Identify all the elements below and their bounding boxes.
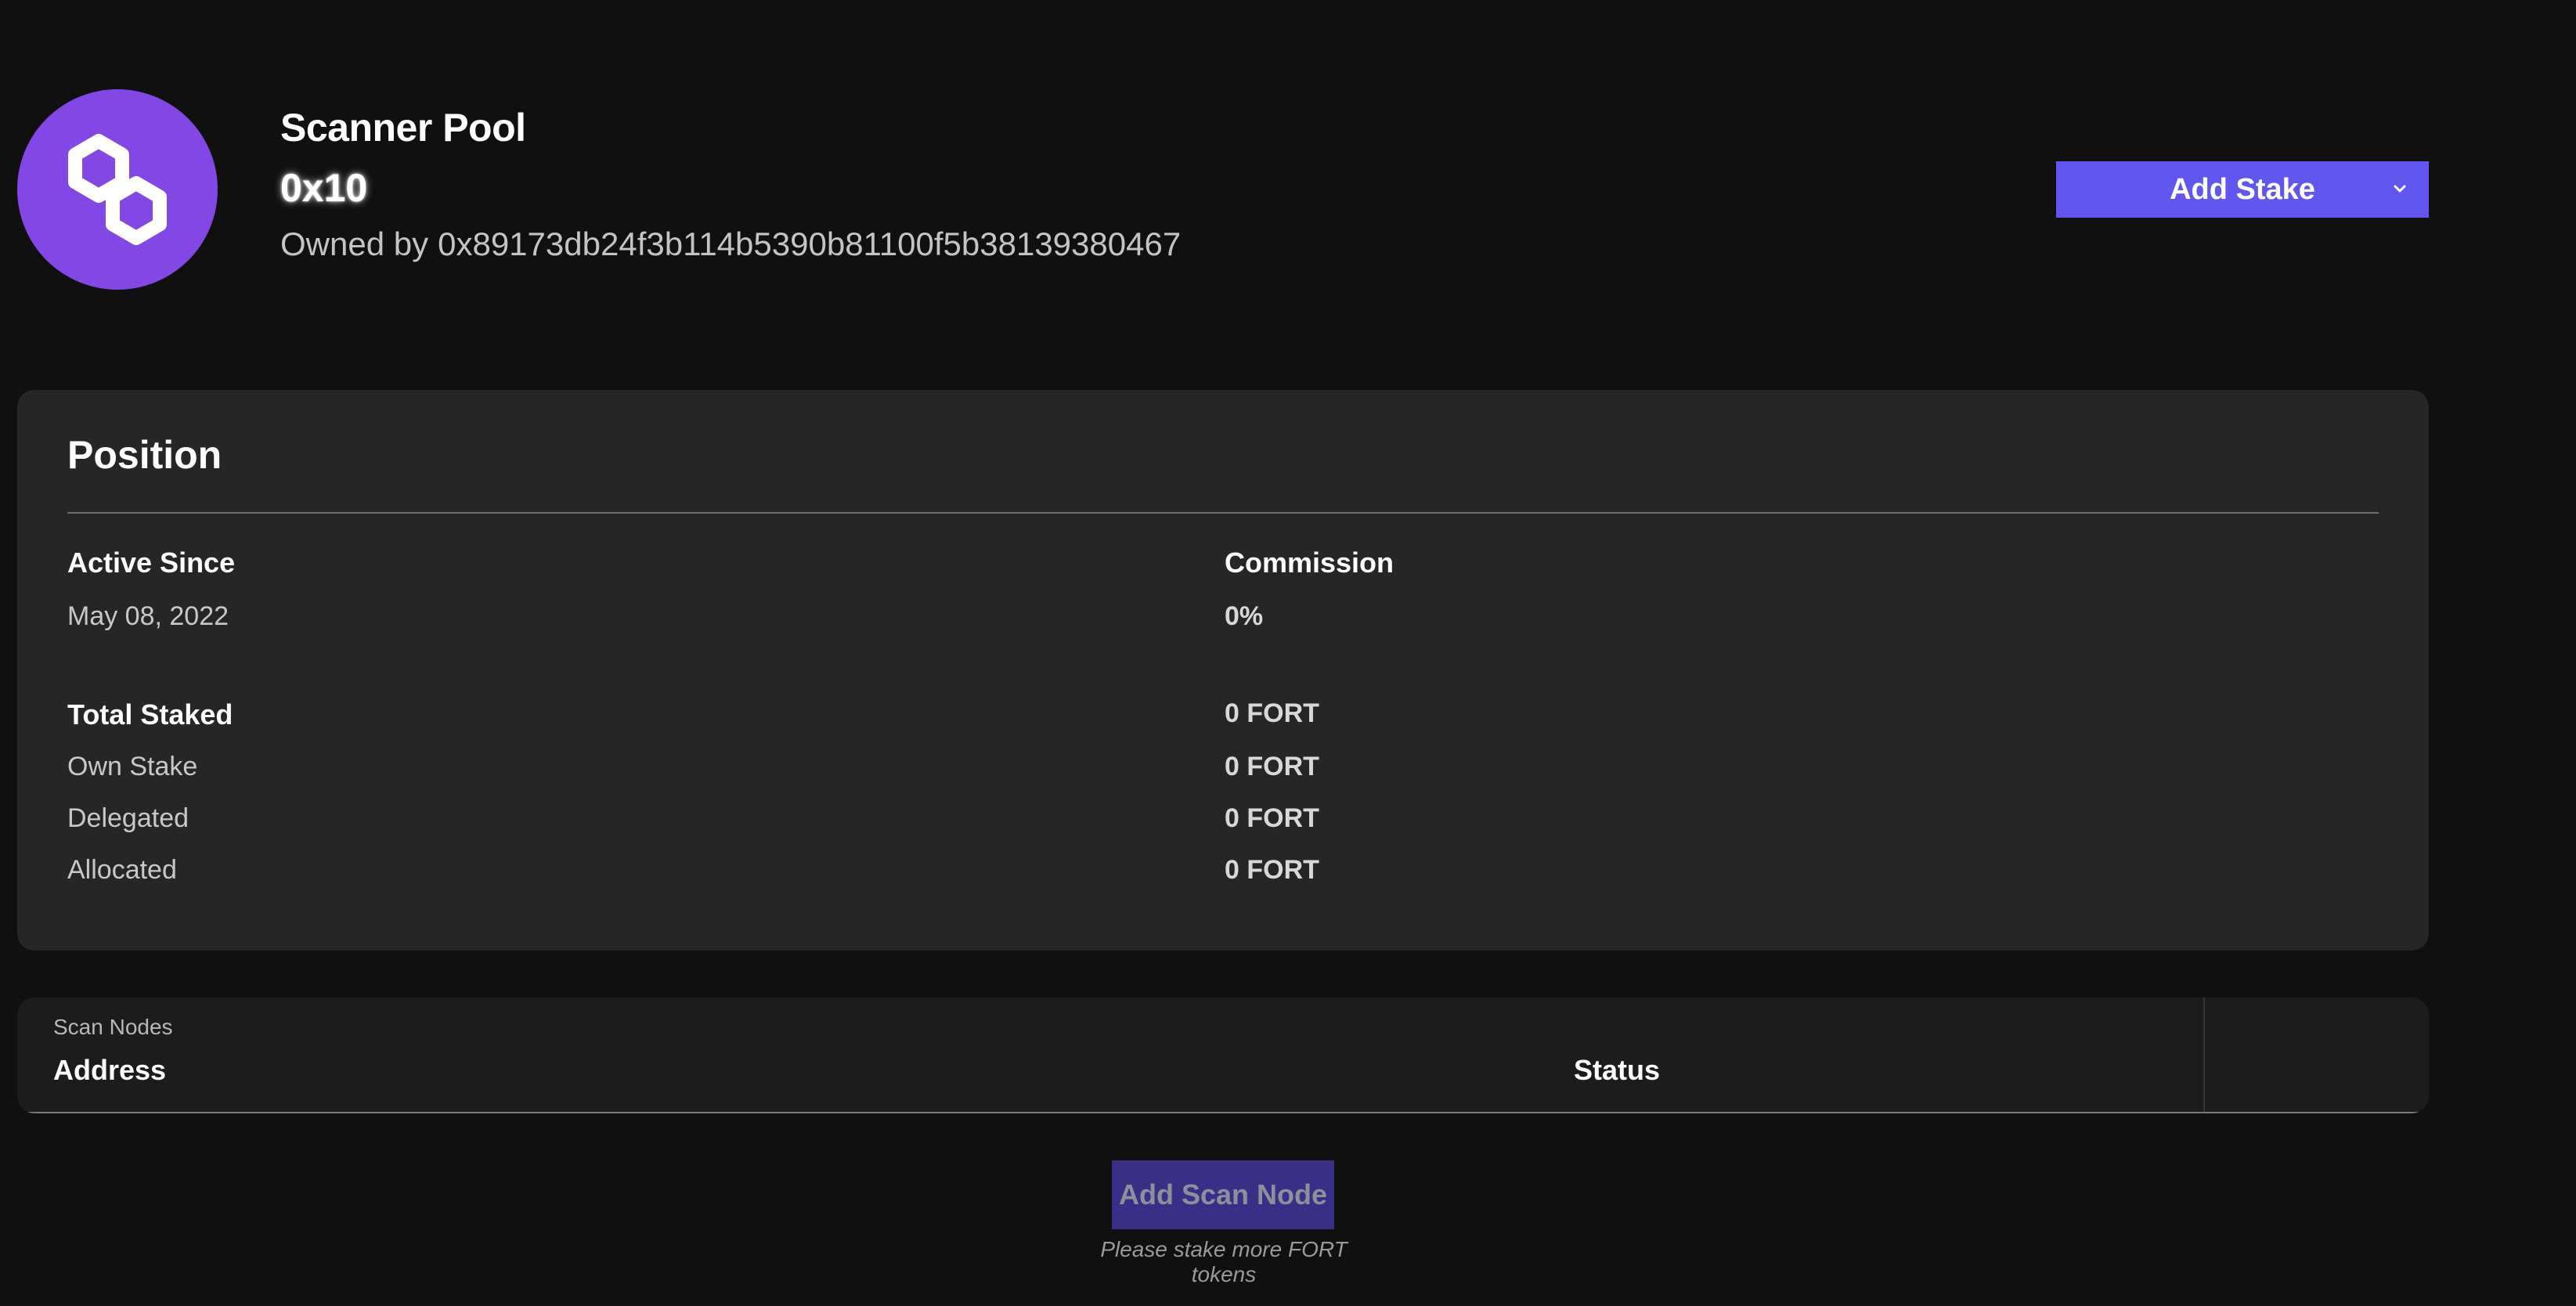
own-stake-label: Own Stake: [67, 752, 198, 781]
commission-value: 0%: [1225, 601, 1264, 631]
allocated-value: 0 FORT: [1225, 855, 1319, 885]
column-header-status: Status: [1574, 1054, 1661, 1086]
table-header-divider: [27, 1112, 2419, 1113]
polygon-logo-icon: [68, 134, 167, 245]
total-staked-label: Total Staked: [67, 698, 233, 731]
pool-type-label: Scanner Pool: [280, 106, 526, 150]
owner-address[interactable]: 0x89173db24f3b114b5390b81100f5b381393804…: [438, 225, 1181, 262]
add-scan-node-button[interactable]: Add Scan Node: [1112, 1160, 1334, 1229]
allocated-label: Allocated: [67, 855, 177, 885]
pool-avatar: [17, 89, 218, 290]
scan-nodes-table: Scan Nodes Address Status: [17, 998, 2429, 1113]
stake-more-hint: Please stake more FORT tokens: [1100, 1237, 1348, 1286]
add-stake-button[interactable]: Add Stake: [2056, 161, 2429, 218]
pool-header: Scanner Pool 0x10 Owned by 0x89173db24f3b…: [280, 100, 1181, 268]
position-title: Position: [67, 433, 222, 477]
chevron-down-icon[interactable]: [2390, 179, 2410, 199]
active-since-value: May 08, 2022: [67, 601, 229, 631]
owner-line: Owned by 0x89173db24f3b114b5390b81100f5b3…: [280, 221, 1181, 268]
column-separator: [2203, 998, 2205, 1113]
add-stake-label: Add Stake: [2170, 172, 2315, 206]
position-divider: [67, 512, 2379, 514]
scan-nodes-caption: Scan Nodes: [53, 1015, 173, 1039]
pool-id: 0x10: [280, 166, 368, 210]
position-card: Position Active Since May 08, 2022 Commi…: [17, 390, 2429, 951]
owner-label: Owned by: [280, 225, 429, 262]
own-stake-value: 0 FORT: [1225, 752, 1319, 781]
total-staked-value: 0 FORT: [1225, 698, 1319, 728]
active-since-label: Active Since: [67, 547, 236, 579]
delegated-value: 0 FORT: [1225, 803, 1319, 833]
commission-label: Commission: [1225, 547, 1394, 579]
column-header-address: Address: [53, 1054, 167, 1086]
delegated-label: Delegated: [67, 803, 189, 833]
